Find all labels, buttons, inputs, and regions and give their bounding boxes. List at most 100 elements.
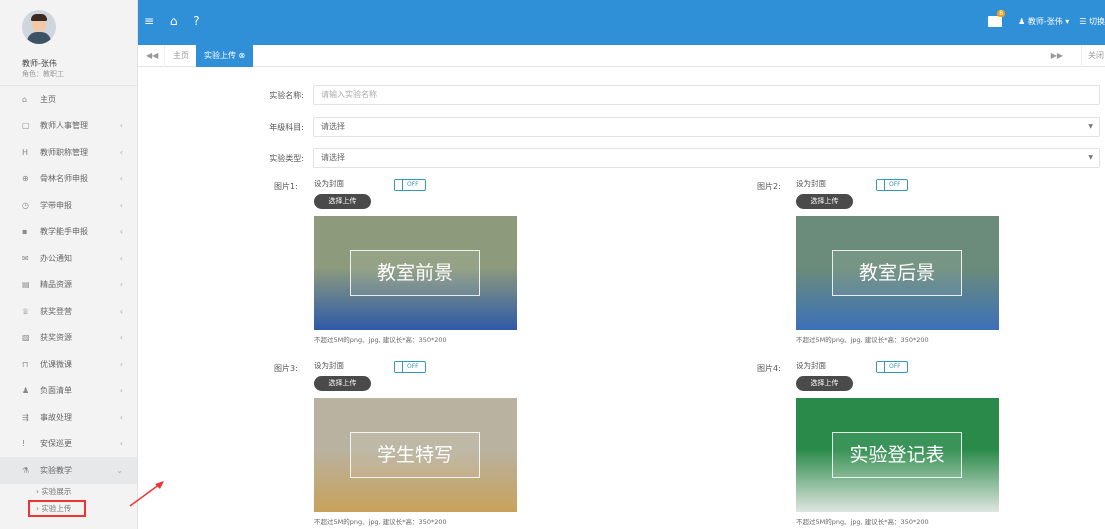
sidebar-item-label: 教师职称管理 <box>40 147 88 157</box>
sidebar-item-label: 实验教学 <box>40 465 72 475</box>
chevron-left-icon: ‹ <box>119 227 123 237</box>
sidebar-item-14[interactable]: ⚗ 实验教学 ⌄ <box>0 457 137 484</box>
sidebar-item-8[interactable]: ♕ 获奖登营 ‹ <box>0 298 137 325</box>
uploaded-image: 实验登记表 <box>796 398 999 512</box>
clock-icon: ◷ <box>22 200 29 210</box>
sidebar-item-label: 学带申报 <box>40 200 72 210</box>
user-menu[interactable]: ♟ 教师-张伟 ▾ <box>1018 16 1069 27</box>
top-left-icons[interactable]: ≡ ⌂ ? <box>144 14 206 28</box>
clipboard-icon: ▢ <box>22 121 30 131</box>
grade-subject-value: 请选择 <box>321 122 345 131</box>
sidebar-item-13[interactable]: ! 安保巡更 ‹ <box>0 431 137 458</box>
uploaded-image: 教室后景 <box>796 216 999 330</box>
chevron-left-icon: ‹ <box>119 386 123 396</box>
award-icon: ⊕ <box>22 174 29 184</box>
cover-toggle[interactable]: OFF <box>394 179 426 191</box>
image-caption: 教室前景 <box>350 250 480 296</box>
toggle-state: OFF <box>889 363 901 370</box>
experiment-name-input[interactable]: 请输入实验名称 <box>313 85 1100 105</box>
picture-label: 图片3: <box>274 364 298 373</box>
mail-icon[interactable]: 8 <box>988 10 1006 27</box>
select-upload-button[interactable]: 选择上传 <box>796 376 853 391</box>
process-icon: ⇶ <box>22 412 29 422</box>
switch-button[interactable]: ☰ 切换 <box>1079 16 1105 27</box>
sidebar-subitem-experiment-display[interactable]: › 实验展示 <box>0 484 137 500</box>
doc-icon: ▧ <box>22 333 30 343</box>
set-cover-label: 设为封面 <box>796 179 826 188</box>
sidebar-item-label: 负面清单 <box>40 386 72 396</box>
sidebar-item-7[interactable]: ▤ 精品资源 ‹ <box>0 272 137 299</box>
chevron-left-icon: ‹ <box>119 253 123 263</box>
sidebar-item-4[interactable]: ◷ 学带申报 ‹ <box>0 192 137 219</box>
sidebar-item-11[interactable]: ♟ 负面清单 ‹ <box>0 378 137 405</box>
uploaded-image: 学生特写 <box>314 398 517 512</box>
picture-label: 图片4: <box>757 364 781 373</box>
experiment-type-select[interactable]: 请选择 ▼ <box>313 148 1100 168</box>
sidebar-item-3[interactable]: ⊕ 骨林名师申报 ‹ <box>0 166 137 193</box>
tab-close-button[interactable]: 关闭 <box>1081 45 1105 67</box>
set-cover-label: 设为封面 <box>796 361 826 370</box>
select-upload-button[interactable]: 选择上传 <box>314 194 371 209</box>
sidebar-item-10[interactable]: ⊓ 优课微课 ‹ <box>0 351 137 378</box>
image-caption: 学生特写 <box>350 432 480 478</box>
chevron-left-icon: ‹ <box>119 280 123 290</box>
sidebar-item-1[interactable]: ▢ 教师人事管理 ‹ <box>0 113 137 140</box>
tab-home[interactable]: 主页 <box>164 45 198 67</box>
cover-toggle[interactable]: OFF <box>876 179 908 191</box>
image-caption: 实验登记表 <box>832 432 962 478</box>
sidebar-item-0[interactable]: ⌂ 主页 <box>0 86 137 113</box>
cover-toggle[interactable]: OFF <box>876 361 908 373</box>
tab-next-icon[interactable]: ▶▶ <box>1051 51 1063 60</box>
sidebar-item-5[interactable]: ▪ 教学能手申报 ‹ <box>0 219 137 246</box>
sidebar-item-9[interactable]: ▧ 获奖资源 ‹ <box>0 325 137 352</box>
experiment-type-label: 实验类型: <box>269 154 304 163</box>
grade-subject-label: 年级科目: <box>269 123 304 132</box>
uploaded-image: 教室前景 <box>314 216 517 330</box>
set-cover-label: 设为封面 <box>314 179 344 188</box>
picture-label: 图片2: <box>757 182 781 191</box>
upload-hint: 不超过5M的png、jpg, 建议长*高：350*200 <box>796 518 929 526</box>
sidebar-item-label: 事故处理 <box>40 412 72 422</box>
experiment-name-label: 实验名称: <box>269 91 304 100</box>
select-upload-button[interactable]: 选择上传 <box>796 194 853 209</box>
title-icon: H <box>22 147 29 157</box>
chevron-down-icon: ▼ <box>1088 123 1093 130</box>
bookmark-icon: ⊓ <box>22 359 29 369</box>
mail-badge: 8 <box>997 10 1006 17</box>
select-upload-button[interactable]: 选择上传 <box>314 376 371 391</box>
sidebar-item-label: 主页 <box>40 94 56 104</box>
sidebar-item-label: 获奖登营 <box>40 306 72 316</box>
avatar[interactable] <box>22 10 56 44</box>
profile-panel: 教师-张伟 角色：教职工 <box>0 0 137 86</box>
sidebar-item-12[interactable]: ⇶ 事故处理 ‹ <box>0 404 137 431</box>
top-bar: ≡ ⌂ ? 8 ♟ 教师-张伟 ▾ ☰ 切换 <box>138 0 1105 45</box>
cover-toggle[interactable]: OFF <box>394 361 426 373</box>
upload-hint: 不超过5M的png、jpg, 建议长*高：350*200 <box>314 336 447 344</box>
sidebar-item-label: 教师人事管理 <box>40 121 88 131</box>
alert-icon: ! <box>22 439 26 449</box>
tab-bar: ◀◀ 主页 实验上传 ⊗ ▶▶ 关闭 <box>138 45 1105 67</box>
sidebar-subitem-experiment-upload[interactable]: › 实验上传 <box>28 499 86 517</box>
chevron-down-icon: ▼ <box>1088 154 1093 161</box>
chevron-left-icon: ‹ <box>119 306 123 316</box>
tab-experiment-upload[interactable]: 实验上传 ⊗ <box>196 45 254 67</box>
trophy-icon: ♕ <box>22 306 30 316</box>
image-caption: 教室后景 <box>832 250 962 296</box>
set-cover-label: 设为封面 <box>314 361 344 370</box>
profile-role: 角色：教职工 <box>22 70 64 78</box>
sidebar: 教师-张伟 角色：教职工 ⌂ 主页 ▢ 教师人事管理 ‹ H 教师职称管理 ‹ ⊕ 骨林名师申报 ‹… <box>0 0 138 529</box>
sidebar-item-label: 教学能手申报 <box>40 227 88 237</box>
chevron-left-icon: ‹ <box>119 359 123 369</box>
flask-icon: ⚗ <box>22 465 30 475</box>
sidebar-menu: ⌂ 主页 ▢ 教师人事管理 ‹ H 教师职称管理 ‹ ⊕ 骨林名师申报 ‹ ◷ 学带申报 ‹ ▪ 教学能手申报… <box>0 86 137 484</box>
sidebar-item-label: 安保巡更 <box>40 439 72 449</box>
sidebar-item-2[interactable]: H 教师职称管理 ‹ <box>0 139 137 166</box>
tab-prev-icon[interactable]: ◀◀ <box>146 51 158 60</box>
chevron-left-icon: ‹ <box>119 147 123 157</box>
file-icon: ▤ <box>22 280 30 290</box>
grade-subject-select[interactable]: 请选择 ▼ <box>313 117 1100 137</box>
sidebar-item-6[interactable]: ✉ 办公通知 ‹ <box>0 245 137 272</box>
annotation-arrow-icon <box>129 481 164 507</box>
toggle-state: OFF <box>407 363 419 370</box>
sidebar-item-label: 办公通知 <box>40 253 72 263</box>
